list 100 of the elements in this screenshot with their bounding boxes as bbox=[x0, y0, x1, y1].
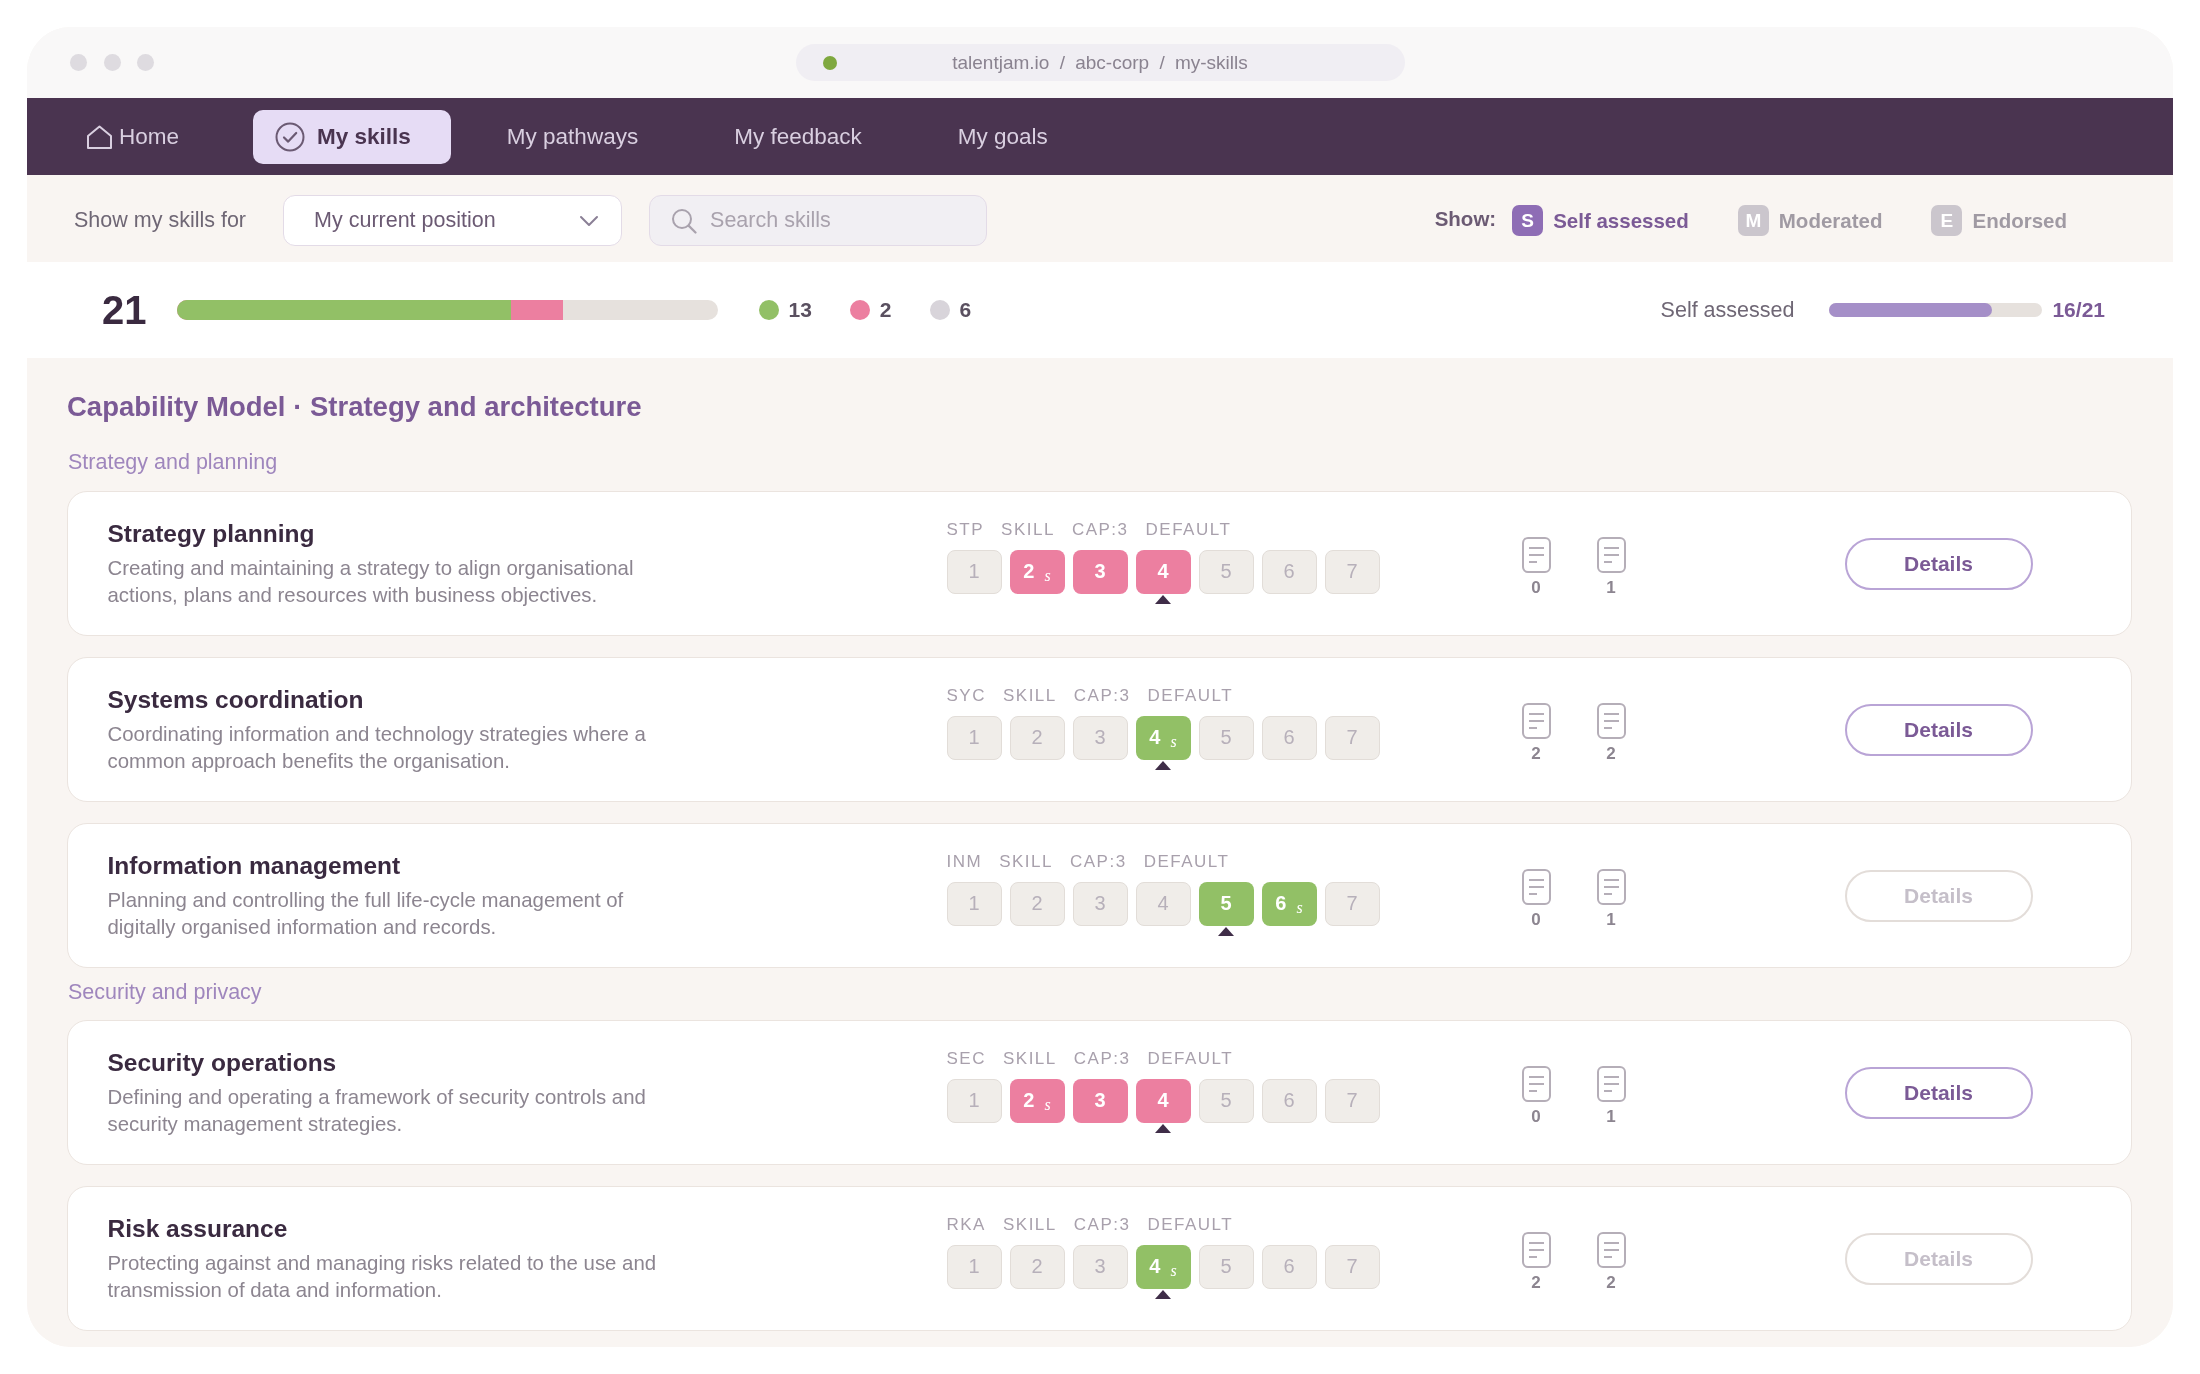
skill-description: Creating and maintaining a strategy to align organisational actions, plans and resources with business objectives. bbox=[107, 555, 635, 608]
level-cell: 6 bbox=[1261, 1078, 1317, 1123]
level-cell: 4 s bbox=[1135, 715, 1191, 760]
nav-tab[interactable]: My goals bbox=[935, 109, 1088, 164]
section-title: Capability Model · Strategy and architecture bbox=[67, 391, 643, 423]
level-cell: 7 bbox=[1324, 881, 1380, 926]
evidence-count: 0 bbox=[1531, 578, 1541, 598]
skill-tag: SKILL bbox=[1002, 1048, 1057, 1069]
skill-tag: SKILL bbox=[1002, 685, 1057, 706]
evidence-count: 1 bbox=[1606, 910, 1616, 930]
home-icon bbox=[86, 124, 113, 149]
skill-description: Protecting against and managing risks related to the use and transmission of data and information. bbox=[107, 1250, 658, 1303]
level-cell: 1 bbox=[946, 881, 1002, 926]
progress-reading: 16/21 bbox=[2052, 298, 2105, 322]
skill-description: Coordinating information and technology strategies where a common approach benefits the organisation. bbox=[107, 721, 647, 774]
level-cell: 6 bbox=[1261, 549, 1317, 594]
search-field[interactable]: Search skills bbox=[649, 195, 988, 246]
skill-name: Strategy planning bbox=[107, 518, 316, 549]
nav-tab[interactable]: My pathways bbox=[484, 109, 679, 164]
level-cell: 7 bbox=[1324, 715, 1380, 760]
check-circle-icon bbox=[275, 121, 306, 152]
skill-name: Systems coordination bbox=[107, 684, 365, 715]
document-icon bbox=[1521, 703, 1551, 739]
evidence-count: 2 bbox=[1531, 744, 1541, 764]
skill-code: STP bbox=[946, 519, 985, 540]
group-title: Strategy and planning bbox=[68, 450, 279, 474]
filter-label: Show my skills for bbox=[74, 208, 247, 233]
home-tab[interactable]: Home bbox=[64, 109, 220, 164]
source-toggle[interactable]: S Self assessed bbox=[1512, 205, 1689, 236]
skill-tag: SKILL bbox=[999, 851, 1053, 872]
progress-label: Self assessed bbox=[1660, 297, 1795, 323]
evidence-count: 2 bbox=[1531, 1273, 1541, 1293]
skill-tag: CAP:3 bbox=[1073, 1214, 1131, 1235]
nav-tab[interactable]: My skills bbox=[253, 109, 451, 164]
skill-tag: DEFAULT bbox=[1143, 851, 1230, 872]
skill-description: Defining and operating a framework of security controls and security management strategies. bbox=[107, 1084, 647, 1137]
level-cell: 5 bbox=[1198, 881, 1254, 926]
window-dot-icon[interactable] bbox=[70, 54, 87, 71]
skill-code: RKA bbox=[946, 1214, 986, 1235]
skill-tag: DEFAULT bbox=[1145, 519, 1232, 540]
skill-code: SYC bbox=[946, 685, 986, 706]
show-label: Show: bbox=[1434, 206, 1497, 231]
level-cell: 1 bbox=[946, 715, 1002, 760]
level-cell: 2 bbox=[1009, 1244, 1065, 1289]
search-icon bbox=[671, 208, 698, 234]
source-initial: E bbox=[1931, 205, 1963, 236]
level-cell: 1 bbox=[946, 1078, 1002, 1123]
level-cell: 1 bbox=[946, 1244, 1002, 1289]
level-cell: 7 bbox=[1324, 549, 1380, 594]
skill-name: Security operations bbox=[107, 1047, 338, 1078]
details-button[interactable]: Details bbox=[1844, 537, 2033, 590]
level-cell: 6 bbox=[1261, 1244, 1317, 1289]
address-bar[interactable]: talentjam.io / abc-corp / my-skills bbox=[795, 44, 1405, 81]
skill-code: SEC bbox=[946, 1048, 986, 1069]
level-cell: 4 bbox=[1135, 1078, 1191, 1123]
document-icon bbox=[1521, 537, 1551, 573]
level-cell: 4 s bbox=[1135, 1244, 1191, 1289]
details-button[interactable]: Details bbox=[1844, 1066, 2033, 1119]
level-cell: 5 bbox=[1198, 1078, 1254, 1123]
document-icon bbox=[1521, 1066, 1551, 1102]
window-dot-icon[interactable] bbox=[103, 54, 121, 71]
level-cell: 5 bbox=[1198, 549, 1254, 594]
level-cell: 3 bbox=[1072, 881, 1128, 926]
level-cell: 2 s bbox=[1009, 1078, 1065, 1123]
source-initial: M bbox=[1737, 205, 1769, 236]
evidence-count: 0 bbox=[1531, 910, 1541, 930]
level-cell: 3 bbox=[1072, 549, 1128, 594]
level-cell: 4 bbox=[1135, 549, 1191, 594]
document-icon bbox=[1596, 1232, 1626, 1268]
skill-tag: CAP:3 bbox=[1070, 851, 1127, 872]
details-button[interactable]: Details bbox=[1844, 703, 2033, 756]
skill-tag: SKILL bbox=[1002, 1214, 1057, 1235]
level-cell: 4 bbox=[1135, 881, 1191, 926]
document-icon bbox=[1596, 703, 1626, 739]
skill-tag: DEFAULT bbox=[1147, 685, 1234, 706]
skill-description: Planning and controlling the full life-cycle management of digitally organised information and records. bbox=[107, 887, 625, 940]
level-cell: 7 bbox=[1324, 1244, 1380, 1289]
skill-tag: CAP:3 bbox=[1073, 685, 1131, 706]
window-dot-icon[interactable] bbox=[137, 54, 154, 71]
skill-code: INM bbox=[946, 851, 983, 872]
skill-tag: CAP:3 bbox=[1071, 519, 1129, 540]
position-dropdown[interactable]: My current position bbox=[283, 195, 623, 246]
level-cell: 5 bbox=[1198, 1244, 1254, 1289]
legend-count: 13 bbox=[788, 298, 812, 322]
nav-tab[interactable]: My feedback bbox=[712, 109, 902, 164]
document-icon bbox=[1596, 1066, 1626, 1102]
skills-total: 21 bbox=[102, 287, 147, 333]
legend-count: 2 bbox=[879, 298, 892, 322]
level-cell: 2 bbox=[1009, 715, 1065, 760]
document-icon bbox=[1521, 1232, 1551, 1268]
evidence-count: 2 bbox=[1606, 1273, 1616, 1293]
document-icon bbox=[1521, 869, 1551, 905]
document-icon bbox=[1596, 537, 1626, 573]
skill-name: Information management bbox=[107, 850, 402, 881]
level-cell: 6 bbox=[1261, 715, 1317, 760]
level-cell: 7 bbox=[1324, 1078, 1380, 1123]
evidence-count: 1 bbox=[1606, 1107, 1616, 1127]
level-cell: 2 s bbox=[1009, 549, 1065, 594]
skill-tag: DEFAULT bbox=[1147, 1048, 1234, 1069]
level-cell: 3 bbox=[1072, 1244, 1128, 1289]
